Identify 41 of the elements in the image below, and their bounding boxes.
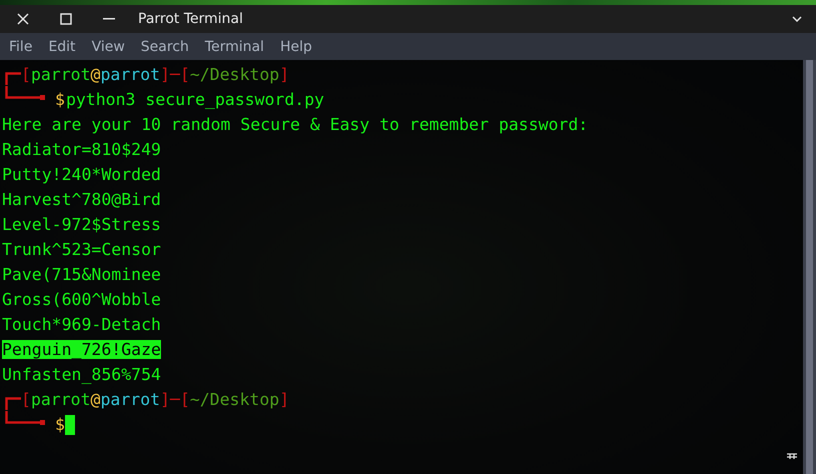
output-line: Putty!240*Worded xyxy=(2,165,161,184)
output-line: Trunk^523=Censor xyxy=(2,240,161,259)
output-line: Radiator=810$249 xyxy=(2,140,161,159)
menu-item[interactable]: File xyxy=(9,38,32,54)
command-text: python3 secure_password.py xyxy=(66,90,324,109)
output-line: Pave(715&Nominee xyxy=(2,265,161,284)
menu-item[interactable]: Terminal xyxy=(204,38,264,54)
prompt-bracket: [ xyxy=(21,65,31,84)
resize-icon xyxy=(786,452,798,460)
prompt-bracket: [ xyxy=(21,390,31,409)
prompt-symbol: $ xyxy=(55,415,65,434)
scrollbar[interactable] xyxy=(803,60,816,474)
prompt-user: parrot xyxy=(30,390,91,409)
prompt-bracket: ]─[ xyxy=(160,65,190,84)
prompt-user: parrot xyxy=(30,65,91,84)
prompt-host: parrot xyxy=(100,65,160,84)
prompt-bracket: ]─[ xyxy=(160,390,190,409)
prompt-at-sign: @ xyxy=(90,65,100,84)
menu-item[interactable]: Help xyxy=(280,38,312,54)
menu-item[interactable]: Search xyxy=(140,38,189,54)
maximize-icon[interactable] xyxy=(60,13,72,25)
output-line: Level-972$Stress xyxy=(2,215,161,234)
output-line: Unfasten_856%754 xyxy=(2,365,161,384)
prompt-bracket: ] xyxy=(279,65,290,84)
prompt-path: ~/Desktop xyxy=(190,65,280,84)
prompt-host: parrot xyxy=(100,390,160,409)
output-line: Gross(600^Wobble xyxy=(2,290,161,309)
window-title: Parrot Terminal xyxy=(138,11,244,27)
minimize-icon[interactable] xyxy=(103,18,115,20)
menu-item[interactable]: Edit xyxy=(48,38,76,54)
scrollbar-thumb[interactable] xyxy=(806,60,813,474)
output-line: Touch*969-Detach xyxy=(2,315,161,334)
prompt-at-sign: @ xyxy=(90,390,100,409)
prompt-bracket: ] xyxy=(279,390,290,409)
output-line: Here are your 10 random Secure & Easy to remember password: xyxy=(2,115,588,134)
output-line: Harvest^780@Bird xyxy=(2,190,161,209)
menu-item[interactable]: View xyxy=(92,38,125,54)
prompt-symbol: $ xyxy=(55,90,65,109)
prompt-path: ~/Desktop xyxy=(190,390,280,409)
chevron-down-icon[interactable] xyxy=(792,16,802,22)
close-icon[interactable] xyxy=(16,12,30,26)
